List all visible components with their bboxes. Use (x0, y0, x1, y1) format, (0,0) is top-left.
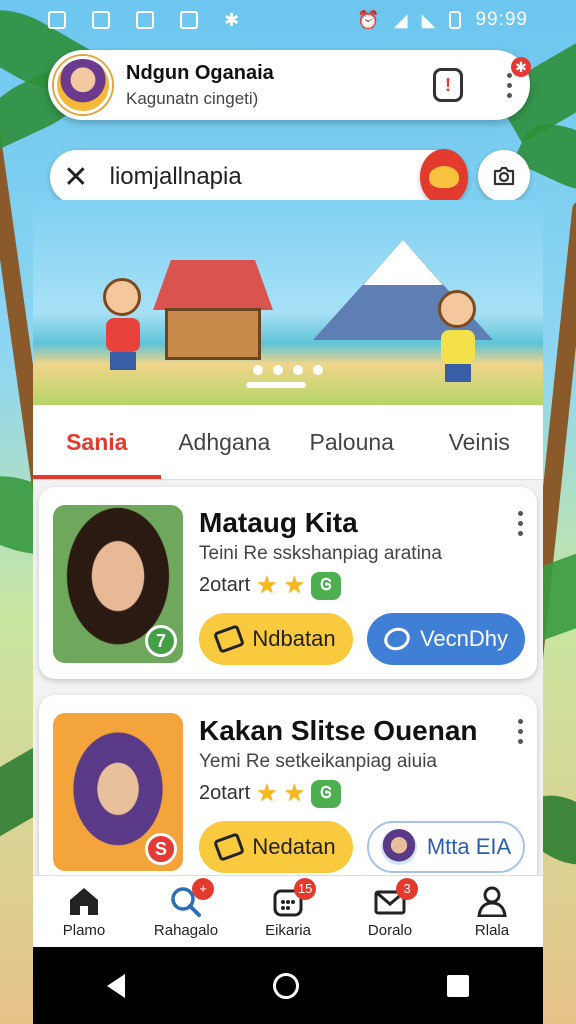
person-icon (474, 884, 510, 918)
profile-subtitle: Kagunatn cingeti) (126, 88, 259, 108)
star-icon: ★ (283, 780, 306, 807)
tab-sania[interactable]: Sania (33, 405, 161, 479)
tag-badge: Ꮆ (311, 779, 342, 808)
star-icon: ★ (256, 780, 278, 807)
avatar[interactable] (54, 56, 112, 114)
notification-icon (92, 11, 110, 29)
settings-icon: ✱ (224, 9, 240, 30)
nav-item-rahagalo[interactable]: + Rahagalo (135, 876, 237, 947)
card-more-icon[interactable] (518, 511, 523, 536)
avatar (380, 829, 417, 865)
bottom-navigation: Plamo + Rahagalo 15 Eikaria 3 Doralo Rla… (33, 875, 543, 947)
search-action-button[interactable] (419, 149, 468, 205)
card-more-icon[interactable] (518, 719, 523, 744)
primary-action-label: Nedatan (252, 834, 336, 859)
status-badge: S (145, 833, 177, 865)
nav-badge: + (192, 878, 215, 900)
primary-action-button[interactable]: Nedatan (199, 821, 353, 873)
alert-icon[interactable]: ! (433, 68, 463, 102)
card-title: Kakan Slitse Ouenan (199, 715, 478, 746)
home-icon (66, 884, 102, 918)
tab-adhgana[interactable]: Adhgana (161, 405, 289, 479)
profile-photo[interactable]: 7 (53, 505, 183, 663)
nav-label: Rahagalo (153, 922, 219, 939)
house-illustration (153, 260, 273, 370)
kid-illustration (438, 290, 478, 382)
sim-icon (48, 11, 66, 29)
chat-icon (380, 624, 413, 654)
tag-badge: Ꮆ (311, 571, 342, 600)
status-time: 99:99 (475, 9, 528, 30)
card-meta-text: 2otart (199, 574, 251, 596)
nav-label: Rlala (474, 922, 510, 939)
nav-badge: 3 (396, 878, 419, 900)
card-title: Mataug Kita (199, 507, 358, 538)
card-meta: 2otart ★ ★ Ꮆ (199, 779, 342, 808)
more-options-icon[interactable]: ✱ (503, 56, 531, 102)
secondary-action-label: VecnDhy (419, 626, 509, 651)
profile-name: Ndgun Oganaia (126, 61, 274, 84)
secondary-action-button[interactable]: VecnDhy (367, 613, 525, 665)
card-description: Teini Re sskshanpiag aratina (199, 543, 442, 564)
star-icon: ★ (256, 572, 278, 599)
content-panel: Sania Adhgana Palouna Veinis 7 Mataug Ki… (33, 405, 543, 887)
primary-action-button[interactable]: Ndbatan (199, 613, 353, 665)
nav-item-doralo[interactable]: 3 Doralo (339, 876, 441, 947)
card-meta-text: 2otart (199, 782, 251, 804)
nav-label: Plamo (62, 922, 106, 939)
gear-icon: ✱ (511, 56, 531, 77)
status-badge: 7 (145, 625, 177, 657)
tab-veinis[interactable]: Veinis (416, 405, 544, 479)
pencil-icon (213, 624, 246, 654)
carousel-indicator (246, 382, 306, 388)
nav-label: Eikaria (265, 922, 311, 939)
secondary-action-label: Mtta EIA (426, 834, 512, 859)
close-icon[interactable]: ✕ (62, 160, 90, 195)
nav-item-eikaria[interactable]: 15 Eikaria (237, 876, 339, 947)
profile-card-item[interactable]: S Kakan Slitse Ouenan Yemi Re setkeikanp… (39, 695, 537, 887)
profile-header[interactable]: Ndgun Oganaia Kagunatn cingeti) ! ✱ (48, 50, 531, 120)
card-meta: 2otart ★ ★ Ꮆ (199, 571, 342, 600)
battery-icon (449, 11, 462, 29)
search-input[interactable] (109, 163, 420, 191)
star-icon: ★ (283, 572, 306, 599)
recent-apps-icon[interactable] (447, 974, 469, 997)
alert-icon-mark: ! (445, 74, 451, 95)
hero-banner[interactable] (33, 200, 543, 405)
nav-label: Doralo (367, 922, 413, 939)
save-icon (136, 11, 154, 29)
camera-icon (493, 166, 515, 186)
nav-item-rlala[interactable]: Rlala (441, 876, 543, 947)
tab-palouna[interactable]: Palouna (288, 405, 416, 479)
status-bar: ✱ ⏰ ◢ ◣ 99:99 (0, 0, 576, 40)
nav-item-plamo[interactable]: Plamo (33, 876, 135, 947)
profile-card-item[interactable]: 7 Mataug Kita Teini Re sskshanpiag arati… (39, 487, 537, 679)
search-bar: ✕ (50, 149, 468, 205)
signal-icon: ◣ (421, 9, 436, 30)
nav-badge: 15 (294, 878, 317, 900)
system-navigation-bar (33, 947, 543, 1024)
primary-action-label: Ndbatan (252, 626, 336, 651)
alarm-icon: ⏰ (357, 9, 380, 30)
tab-bar: Sania Adhgana Palouna Veinis (33, 405, 543, 480)
carousel-dots[interactable] (253, 365, 323, 375)
wifi-icon: ◢ (393, 9, 408, 30)
kid-illustration (103, 278, 143, 370)
profile-photo[interactable]: S (53, 713, 183, 871)
helmet-icon (428, 166, 459, 188)
barcode-icon (180, 11, 198, 29)
tag-icon (213, 832, 246, 862)
home-button-icon[interactable] (273, 972, 299, 999)
camera-button[interactable] (478, 150, 530, 202)
secondary-action-button[interactable]: Mtta EIA (367, 821, 525, 873)
back-icon[interactable] (107, 973, 125, 998)
card-description: Yemi Re setkeikanpiag aiuia (199, 751, 438, 772)
